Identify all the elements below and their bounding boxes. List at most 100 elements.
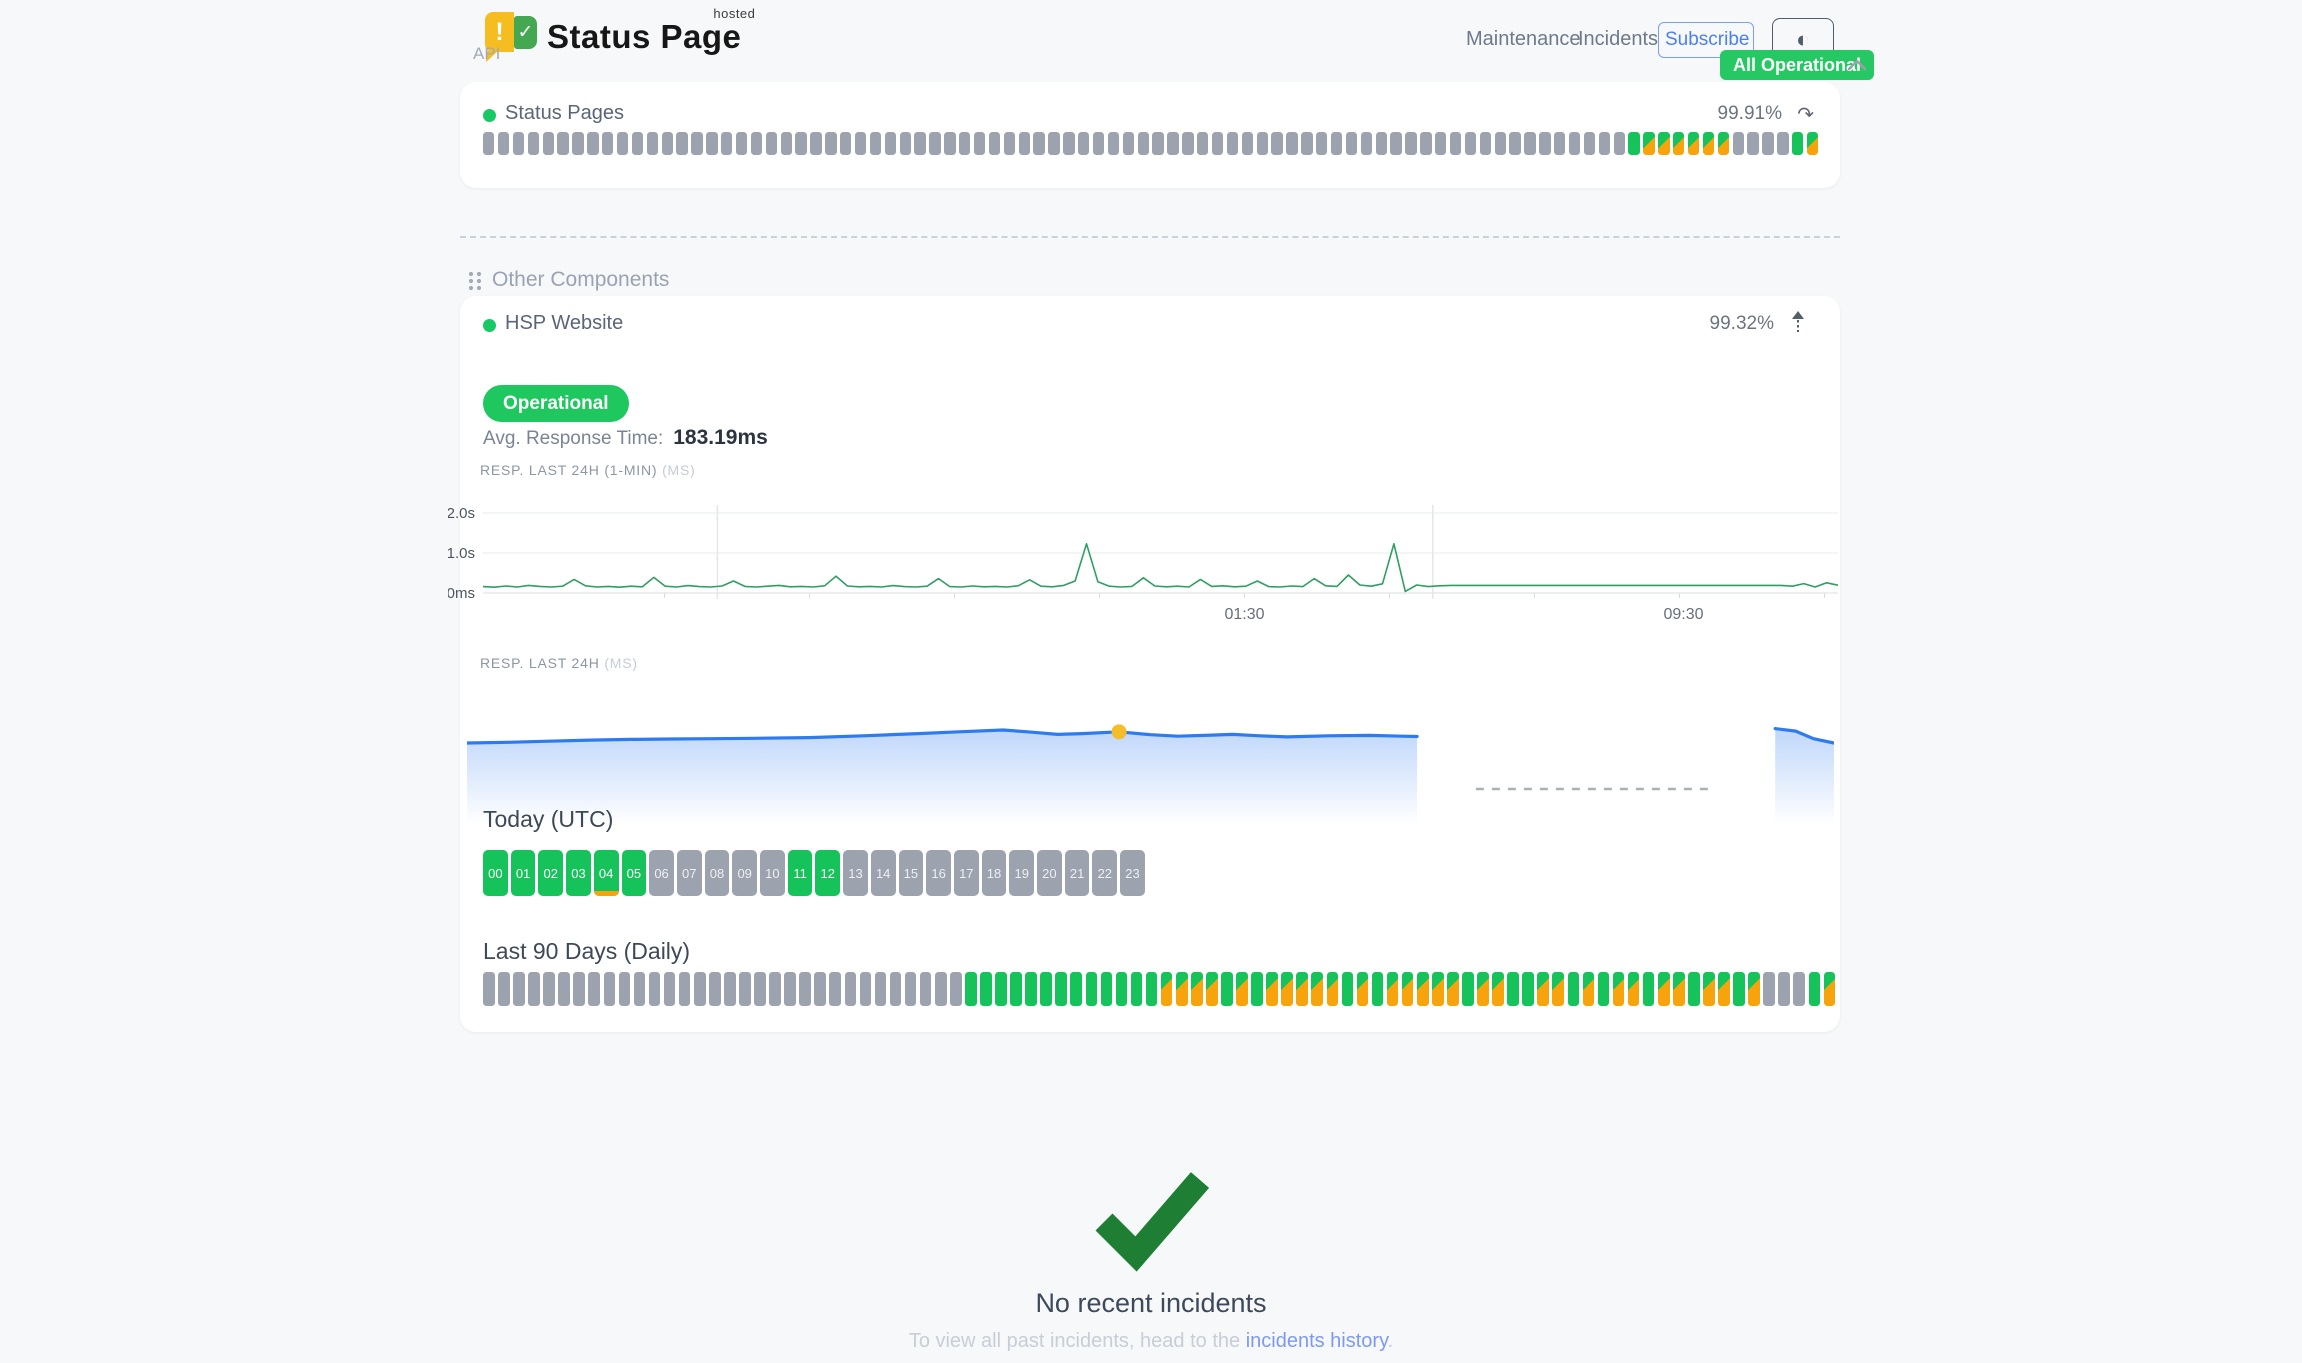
uptime-bar[interactable] <box>1447 972 1459 1006</box>
last90-bars-strip[interactable] <box>483 972 1835 1006</box>
uptime-bar[interactable] <box>855 132 866 155</box>
uptime-bar[interactable] <box>1432 972 1444 1006</box>
uptime-bar[interactable] <box>1390 132 1401 155</box>
uptime-bar[interactable] <box>1236 972 1248 1006</box>
uptime-bar[interactable] <box>769 972 781 1006</box>
uptime-bar[interactable] <box>632 132 643 155</box>
uptime-bar[interactable] <box>587 132 598 155</box>
uptime-bar[interactable] <box>1792 132 1803 155</box>
uptime-bar[interactable] <box>1152 132 1163 155</box>
hour-block-00[interactable]: 00 <box>483 850 508 896</box>
uptime-bar[interactable] <box>1033 132 1044 155</box>
uptime-bar[interactable] <box>1748 972 1760 1006</box>
uptime-bar[interactable] <box>1361 132 1372 155</box>
uptime-bar[interactable] <box>929 132 940 155</box>
uptime-bar[interactable] <box>989 132 1000 155</box>
uptime-bar[interactable] <box>1733 972 1745 1006</box>
uptime-bar[interactable] <box>1078 132 1089 155</box>
uptime-bar[interactable] <box>604 972 616 1006</box>
uptime-bar[interactable] <box>513 972 525 1006</box>
uptime-bar[interactable] <box>498 972 510 1006</box>
uptime-bar[interactable] <box>619 972 631 1006</box>
uptime-bar[interactable] <box>840 132 851 155</box>
uptime-bar[interactable] <box>1331 132 1342 155</box>
uptime-bar[interactable] <box>1167 132 1178 155</box>
uptime-bar[interactable] <box>1070 972 1082 1006</box>
uptime-bar[interactable] <box>1688 132 1699 155</box>
uptime-bar[interactable] <box>1387 972 1399 1006</box>
uptime-bar[interactable] <box>1643 972 1655 1006</box>
uptime-bar[interactable] <box>974 132 985 155</box>
uptime-bar[interactable] <box>1480 132 1491 155</box>
hour-block-20[interactable]: 20 <box>1037 850 1062 896</box>
uptime-bar[interactable] <box>1599 132 1610 155</box>
uptime-bar[interactable] <box>1777 132 1788 155</box>
uptime-bar[interactable] <box>1271 132 1282 155</box>
hour-block-19[interactable]: 19 <box>1009 850 1034 896</box>
uptime-bar[interactable] <box>1311 972 1323 1006</box>
uptime-bar[interactable] <box>528 972 540 1006</box>
uptime-bar[interactable] <box>709 972 721 1006</box>
refresh-icon[interactable]: ↷ <box>1797 102 1814 127</box>
uptime-bar[interactable] <box>1495 132 1506 155</box>
chevron-up-icon[interactable] <box>1846 58 1868 72</box>
uptime-bar[interactable] <box>1086 972 1098 1006</box>
hour-block-01[interactable]: 01 <box>511 850 536 896</box>
uptime-bar[interactable] <box>1242 132 1253 155</box>
hour-block-11[interactable]: 11 <box>788 850 813 896</box>
response-time-chart-24h[interactable] <box>467 690 1834 825</box>
uptime-bar[interactable] <box>1327 972 1339 1006</box>
uptime-bar[interactable] <box>498 132 509 155</box>
uptime-bar[interactable] <box>739 972 751 1006</box>
uptime-bar[interactable] <box>1108 132 1119 155</box>
uptime-bar[interactable] <box>1703 972 1715 1006</box>
uptime-bar[interactable] <box>649 972 661 1006</box>
uptime-bar[interactable] <box>1718 972 1730 1006</box>
uptime-bar[interactable] <box>829 972 841 1006</box>
uptime-bar[interactable] <box>900 132 911 155</box>
uptime-bar[interactable] <box>845 972 857 1006</box>
uptime-bar[interactable] <box>1093 132 1104 155</box>
uptime-bar[interactable] <box>1055 972 1067 1006</box>
uptime-bar[interactable] <box>1227 132 1238 155</box>
hour-block-22[interactable]: 22 <box>1092 850 1117 896</box>
uptime-bar[interactable] <box>1658 972 1670 1006</box>
hour-block-05[interactable]: 05 <box>622 850 647 896</box>
hour-block-06[interactable]: 06 <box>649 850 674 896</box>
uptime-bar[interactable] <box>1206 972 1218 1006</box>
uptime-bar[interactable] <box>1762 132 1773 155</box>
incidents-history-link[interactable]: incidents history <box>1246 1330 1388 1352</box>
uptime-bar[interactable] <box>1405 132 1416 155</box>
uptime-bar[interactable] <box>1628 132 1639 155</box>
uptime-bar[interactable] <box>1477 972 1489 1006</box>
uptime-bar[interactable] <box>825 132 836 155</box>
uptime-bar[interactable] <box>1191 972 1203 1006</box>
hour-block-10[interactable]: 10 <box>760 850 785 896</box>
response-time-chart-1min[interactable]: 2.0s1.0s0ms01:3009:30 <box>448 503 1838 628</box>
uptime-bar[interactable] <box>1462 972 1474 1006</box>
uptime-bar[interactable] <box>1316 132 1327 155</box>
uptime-bar[interactable] <box>557 132 568 155</box>
uptime-bar[interactable] <box>588 972 600 1006</box>
hour-block-08[interactable]: 08 <box>705 850 730 896</box>
uptime-bar[interactable] <box>647 132 658 155</box>
uptime-bar[interactable] <box>1357 972 1369 1006</box>
uptime-bar[interactable] <box>1346 132 1357 155</box>
hour-block-09[interactable]: 09 <box>732 850 757 896</box>
uptime-bar[interactable] <box>1524 132 1535 155</box>
uptime-bar[interactable] <box>721 132 732 155</box>
uptime-bar[interactable] <box>1807 132 1818 155</box>
uptime-bar[interactable] <box>483 132 494 155</box>
uptime-bar[interactable] <box>1509 132 1520 155</box>
uptime-bar[interactable] <box>1809 972 1821 1006</box>
uptime-bar[interactable] <box>1793 972 1805 1006</box>
uptime-bar[interactable] <box>1301 132 1312 155</box>
uptime-bar[interactable] <box>1763 972 1775 1006</box>
uptime-bar[interactable] <box>1613 972 1625 1006</box>
uptime-bar[interactable] <box>1537 972 1549 1006</box>
uptime-bar[interactable] <box>1507 972 1519 1006</box>
uptime-bar[interactable] <box>558 972 570 1006</box>
uptime-bars-strip[interactable] <box>483 132 1818 155</box>
uptime-bar[interactable] <box>573 972 585 1006</box>
uptime-bar[interactable] <box>528 132 539 155</box>
